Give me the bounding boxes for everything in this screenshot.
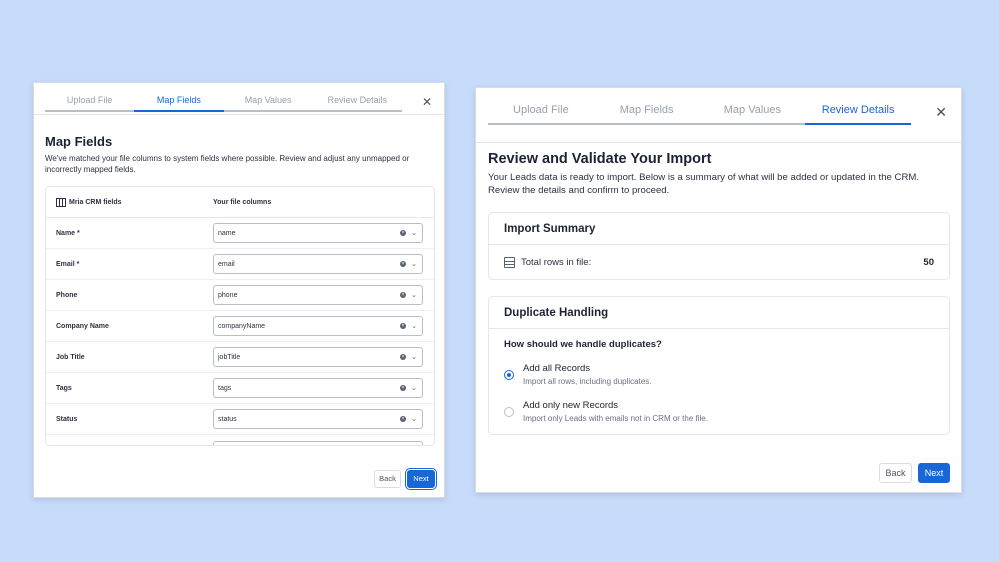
chevron-down-icon[interactable]: ⌄: [410, 260, 418, 268]
column-select[interactable]: jobTitle × ⌄: [213, 347, 423, 367]
radio-option-label: Add all Records: [523, 363, 591, 374]
duplicate-handling-card: Duplicate Handling How should we handle …: [488, 296, 950, 435]
page-subtitle: Your Leads data is ready to import. Belo…: [488, 172, 920, 196]
columns-icon: [56, 197, 66, 207]
tab-review-details[interactable]: Review Details: [805, 103, 911, 125]
header-divider: [476, 142, 961, 143]
column-select[interactable]: email × ⌄: [213, 254, 423, 274]
next-button[interactable]: Next: [405, 468, 437, 490]
table-header: Mria CRM fields Your file columns: [46, 187, 434, 218]
header-divider: [34, 114, 444, 115]
table-row: Phone phone × ⌄: [46, 280, 434, 311]
select-value: name: [218, 229, 236, 237]
column-select[interactable]: name × ⌄: [213, 223, 423, 243]
total-rows-value: 50: [923, 257, 934, 268]
radio-button[interactable]: [504, 407, 514, 417]
back-button[interactable]: Back: [879, 463, 912, 483]
clear-icon[interactable]: ×: [400, 416, 406, 422]
select-value: phone: [218, 291, 238, 299]
duplicate-question: How should we handle duplicates?: [504, 339, 662, 350]
tab-map-fields[interactable]: Map Fields: [593, 103, 700, 125]
chevron-down-icon[interactable]: ⌄: [410, 384, 418, 392]
clear-icon[interactable]: ×: [400, 261, 406, 267]
import-summary-heading: Import Summary: [489, 213, 949, 245]
review-details-dialog: Upload File Map Fields Map Values Review…: [475, 87, 962, 493]
field-label: Phone: [56, 291, 78, 299]
close-icon[interactable]: ✕: [935, 104, 947, 121]
radio-button-selected[interactable]: [504, 370, 514, 380]
column-select[interactable]: phone × ⌄: [213, 285, 423, 305]
clear-icon[interactable]: ×: [400, 323, 406, 329]
table-row: [46, 435, 434, 445]
field-label: Job Title: [56, 353, 85, 361]
radio-option-add-new[interactable]: Add only new Records Import only Leads w…: [504, 400, 708, 423]
radio-option-description: Import all rows, including duplicates.: [523, 377, 652, 386]
wizard-tabs: Upload File Map Fields Map Values Review…: [488, 103, 911, 125]
select-value: companyName: [218, 322, 266, 330]
select-value: email: [218, 260, 235, 268]
field-label: Name *: [56, 229, 80, 237]
clear-icon[interactable]: ×: [400, 230, 406, 236]
total-rows-row: Total rows in file: 50: [489, 245, 949, 280]
chevron-down-icon[interactable]: ⌄: [410, 415, 418, 423]
clear-icon[interactable]: ×: [400, 354, 406, 360]
map-fields-dialog: Upload File Map Fields Map Values Review…: [33, 82, 445, 498]
column-select[interactable]: companyName × ⌄: [213, 316, 423, 336]
table-row: Job Title jobTitle × ⌄: [46, 342, 434, 373]
table-row: Company Name companyName × ⌄: [46, 311, 434, 342]
table-row: Name * name × ⌄: [46, 218, 434, 249]
radio-option-label: Add only new Records: [523, 400, 619, 411]
chevron-down-icon[interactable]: ⌄: [410, 291, 418, 299]
radio-option-description: Import only Leads with emails not in CRM…: [523, 414, 708, 423]
field-mapping-table: Mria CRM fields Your file columns Name *…: [45, 186, 435, 446]
column-select[interactable]: tags × ⌄: [213, 378, 423, 398]
tab-upload-file[interactable]: Upload File: [488, 103, 594, 125]
page-title: Map Fields: [45, 134, 113, 149]
radio-option-add-all[interactable]: Add all Records Import all rows, includi…: [504, 363, 652, 386]
column-header-system: Mria CRM fields: [69, 198, 122, 206]
tab-review-details[interactable]: Review Details: [312, 94, 403, 112]
select-value: status: [218, 415, 237, 423]
total-rows-label: Total rows in file:: [521, 257, 592, 268]
import-summary-card: Import Summary Total rows in file: 50: [488, 212, 950, 280]
chevron-down-icon[interactable]: ⌄: [410, 353, 418, 361]
page-subtitle: We've matched your file columns to syste…: [45, 154, 410, 174]
select-value: jobTitle: [218, 353, 241, 361]
close-icon[interactable]: ✕: [422, 95, 432, 109]
column-select[interactable]: status × ⌄: [213, 409, 423, 429]
tab-map-values[interactable]: Map Values: [699, 103, 806, 125]
table-icon: [504, 257, 515, 268]
select-value: tags: [218, 384, 232, 392]
column-header-file: Your file columns: [213, 198, 272, 206]
field-label: Company Name: [56, 322, 109, 330]
tab-upload-file[interactable]: Upload File: [45, 94, 135, 112]
tab-map-values[interactable]: Map Values: [223, 94, 314, 112]
chevron-down-icon[interactable]: ⌄: [410, 229, 418, 237]
chevron-down-icon[interactable]: ⌄: [410, 322, 418, 330]
clear-icon[interactable]: ×: [400, 292, 406, 298]
field-label: Email *: [56, 260, 80, 268]
table-row: Status status × ⌄: [46, 404, 434, 435]
tab-map-fields[interactable]: Map Fields: [134, 94, 224, 112]
table-row: Tags tags × ⌄: [46, 373, 434, 404]
next-button[interactable]: Next: [918, 463, 950, 483]
field-label: Tags: [56, 384, 72, 392]
clear-icon[interactable]: ×: [400, 385, 406, 391]
back-button[interactable]: Back: [374, 470, 401, 488]
column-select[interactable]: [213, 441, 423, 445]
duplicate-handling-heading: Duplicate Handling: [489, 297, 949, 329]
wizard-tabs: Upload File Map Fields Map Values Review…: [45, 94, 403, 112]
field-label: Status: [56, 415, 78, 423]
page-title: Review and Validate Your Import: [488, 151, 712, 167]
table-row: Email * email × ⌄: [46, 249, 434, 280]
